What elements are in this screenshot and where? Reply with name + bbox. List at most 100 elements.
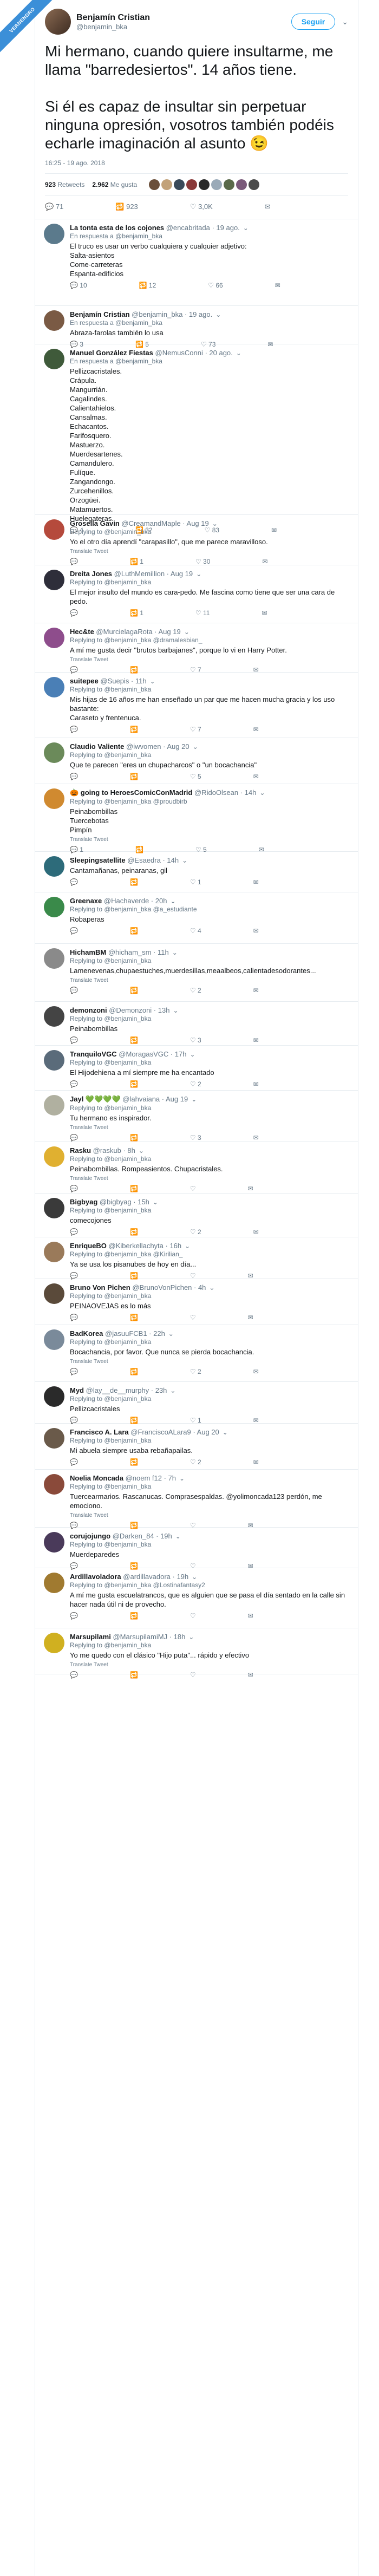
reply-icon[interactable]: 💬 10 (70, 282, 113, 289)
replying-to[interactable]: Replying to @benjamin_bka @dramalesbian_ (70, 636, 349, 644)
reply-icon[interactable]: 💬 71 (45, 203, 89, 211)
reply-tweet[interactable]: La tonta esta de los cojones @encabritad… (35, 219, 358, 306)
reply-avatar[interactable] (44, 1428, 64, 1449)
reply-author-handle[interactable]: @encabritada · 19 ago. (166, 224, 240, 232)
reply-tweet[interactable]: HichamBM @hicham_sm · 11h ⌄ Replying to @b… (35, 944, 358, 1002)
replying-to[interactable]: Replying to @benjamin_bka @Kirilian_ (70, 1250, 349, 1258)
replying-to[interactable]: En respuesta a @benjamin_bka (70, 319, 349, 327)
reply-icon[interactable]: 💬 (70, 726, 104, 733)
liker-avatar[interactable] (174, 179, 185, 190)
liker-avatar[interactable] (224, 179, 235, 190)
reply-tweet[interactable]: TranquiloVGC @MoragasVGC · 17h ⌄ Replying … (35, 1046, 358, 1091)
retweet-icon[interactable]: 🔁 (130, 878, 164, 886)
dm-icon[interactable]: ✉ (253, 1080, 259, 1088)
dm-icon[interactable]: ✉ (248, 1671, 253, 1679)
chevron-down-icon[interactable]: ⌄ (192, 1573, 197, 1581)
replying-to[interactable]: Replying to @benjamin_bka (70, 1395, 349, 1403)
reply-author-handle[interactable]: @MurcielagaRota · Aug 19 (96, 628, 180, 636)
retweet-icon[interactable]: 🔁 5 (135, 341, 175, 348)
reply-author-name[interactable]: HichamBM (70, 948, 106, 956)
reply-author-name[interactable]: demonzoni (70, 1006, 107, 1014)
retweet-icon[interactable]: 🔁 (130, 1080, 164, 1088)
retweet-icon[interactable]: 🔁 (130, 726, 164, 733)
reply-tweet[interactable]: Sleepingsatellite @Esaedra · 14h ⌄ Cantama… (35, 852, 358, 892)
reply-icon[interactable]: 💬 (70, 1671, 104, 1679)
translate-tweet-link[interactable]: Translate Tweet (70, 977, 349, 983)
dm-icon[interactable]: ✉ (248, 1185, 253, 1192)
heart-icon[interactable]: ♡ (190, 1185, 222, 1192)
heart-icon[interactable]: ♡ 5 (195, 846, 233, 853)
reply-tweet[interactable]: Rasku @raskub · 8h ⌄ Replying to @benjamin… (35, 1142, 358, 1194)
replying-to[interactable]: Replying to @benjamin_bka (70, 1059, 349, 1066)
reply-icon[interactable]: 💬 (70, 1228, 104, 1236)
chevron-down-icon[interactable]: ⌄ (170, 897, 175, 905)
reply-author-handle[interactable]: @Kiberkellachyta · 16h (109, 1242, 182, 1250)
reply-avatar[interactable] (44, 1329, 64, 1350)
reply-author-handle[interactable]: @RidoOlsean · 14h (194, 788, 256, 797)
reply-author-name[interactable]: La tonta esta de los cojones (70, 224, 164, 232)
reply-author-name[interactable]: Ardillavoladora (70, 1573, 121, 1581)
reply-avatar[interactable] (44, 1242, 64, 1262)
reply-avatar[interactable] (44, 1006, 64, 1027)
reply-avatar[interactable] (44, 948, 64, 969)
heart-icon[interactable]: ♡ 66 (208, 282, 249, 289)
reply-avatar[interactable] (44, 1573, 64, 1593)
chevron-down-icon[interactable]: ⌄ (223, 1429, 228, 1436)
reply-avatar[interactable] (44, 897, 64, 917)
heart-icon[interactable]: ♡ 3 (190, 1134, 227, 1142)
chevron-down-icon[interactable]: ⌄ (179, 1475, 185, 1482)
dm-icon[interactable]: ✉ (253, 987, 259, 994)
chevron-down-icon[interactable]: ⌄ (185, 1242, 190, 1250)
reply-avatar[interactable] (44, 224, 64, 244)
heart-icon[interactable]: ♡ 2 (190, 1228, 227, 1236)
chevron-down-icon[interactable]: ⌄ (139, 1147, 144, 1155)
dm-icon[interactable]: ✉ (253, 1458, 259, 1466)
translate-tweet-link[interactable]: Translate Tweet (70, 1359, 349, 1365)
reply-icon[interactable]: 💬 (70, 878, 104, 886)
reply-author-name[interactable]: Francisco A. Lara (70, 1428, 129, 1436)
translate-tweet-link[interactable]: Translate Tweet (70, 657, 349, 663)
reply-author-name[interactable]: Hec&te (70, 628, 94, 636)
retweet-icon[interactable]: 🔁 (130, 1368, 164, 1375)
liker-avatar[interactable] (236, 179, 247, 190)
reply-icon[interactable]: 💬 (70, 773, 104, 780)
reply-icon[interactable]: 💬 (70, 1134, 104, 1142)
replying-to[interactable]: Replying to @benjamin_bka (70, 1483, 349, 1490)
reply-author-handle[interactable]: @Suepis · 11h (100, 677, 146, 685)
replying-to[interactable]: Replying to @benjamin_bka (70, 1541, 349, 1548)
reply-icon[interactable]: 💬 (70, 1036, 104, 1044)
heart-icon[interactable]: ♡ 2 (190, 987, 227, 994)
reply-author-name[interactable]: Claudio Valiente (70, 742, 124, 751)
retweet-icon[interactable]: 🔁 923 (115, 203, 164, 211)
reply-author-name[interactable]: Manuel González Fiestas (70, 349, 153, 357)
reply-tweet[interactable]: EnriqueBO @Kiberkellachyta · 16h ⌄ Replyin… (35, 1237, 358, 1280)
retweet-icon[interactable]: 🔁 (130, 1228, 164, 1236)
reply-avatar[interactable] (44, 1386, 64, 1407)
like-count[interactable]: 2.962 Me gusta (92, 181, 137, 188)
replying-to[interactable]: Replying to @benjamin_bka (70, 1292, 349, 1300)
chevron-down-icon[interactable]: ⌄ (173, 1007, 178, 1014)
retweet-icon[interactable]: 🔁 (130, 1671, 164, 1679)
reply-avatar[interactable] (44, 856, 64, 877)
heart-icon[interactable]: ♡ 73 (201, 341, 241, 348)
dm-icon[interactable]: ✉ (248, 1272, 253, 1280)
reply-tweet[interactable]: Bigbyag @bigbyag · 15h ⌄ Replying to @benj… (35, 1194, 358, 1237)
replying-to[interactable]: Replying to @benjamin_bka (70, 528, 349, 536)
reply-avatar[interactable] (44, 788, 64, 809)
retweet-icon[interactable]: 🔁 (130, 1562, 164, 1570)
replying-to[interactable]: Replying to @benjamin_bka (70, 578, 349, 586)
replying-to[interactable]: Replying to @benjamin_bka @proudbirb (70, 798, 349, 805)
reply-icon[interactable]: 💬 (70, 1417, 104, 1424)
reply-author-handle[interactable]: @Esaedra · 14h (127, 856, 179, 864)
reply-author-name[interactable]: Sleepingsatellite (70, 856, 126, 864)
heart-icon[interactable]: ♡ 7 (190, 666, 227, 674)
reply-avatar[interactable] (44, 1283, 64, 1304)
heart-icon[interactable]: ♡ 3 (190, 1036, 227, 1044)
retweet-icon[interactable]: 🔁 (130, 1417, 164, 1424)
reply-tweet[interactable]: Jayl 💚💚💚💚 @lahvaiana · Aug 19 ⌄ Replying t… (35, 1091, 358, 1142)
reply-avatar[interactable] (44, 1095, 64, 1116)
heart-icon[interactable]: ♡ 4 (190, 927, 227, 935)
heart-icon[interactable]: ♡ 2 (190, 1368, 227, 1375)
reply-author-handle[interactable]: @noem f12 · 7h (126, 1474, 176, 1482)
retweet-icon[interactable]: 🔁 12 (139, 282, 182, 289)
